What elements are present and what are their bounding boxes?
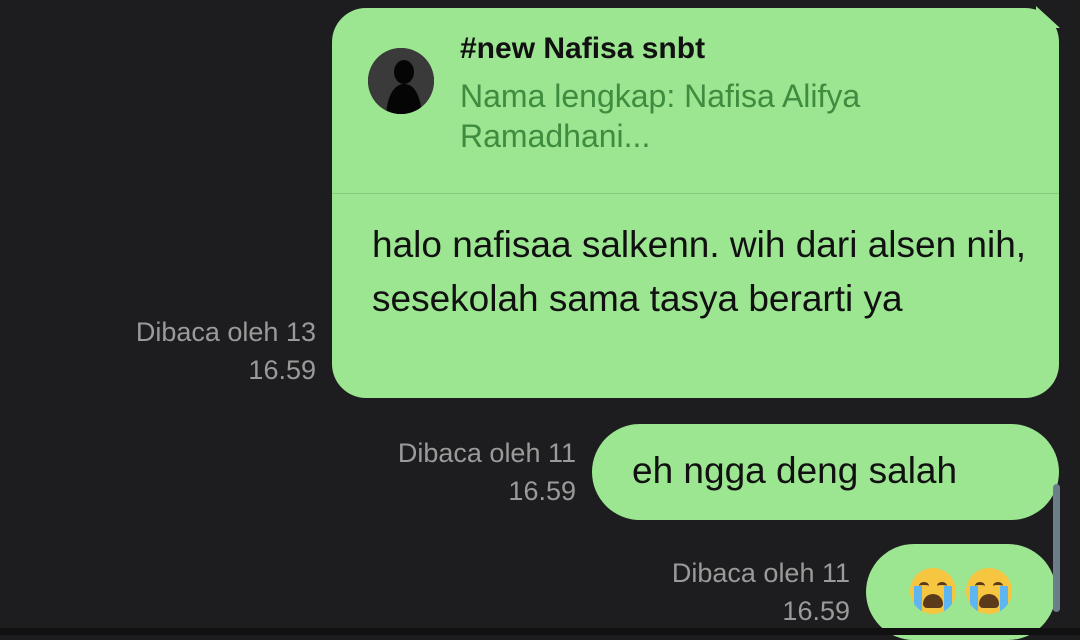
crying-face-icon <box>966 568 1012 614</box>
read-status: Dibaca oleh 13 <box>135 317 316 347</box>
message-bubble[interactable] <box>866 544 1056 640</box>
reply-divider <box>332 193 1059 194</box>
message-time: 16.59 <box>782 596 850 626</box>
message-meta: Dibaca oleh 13 16.59 <box>60 313 316 389</box>
avatar <box>368 48 434 114</box>
message-text: halo nafisaa salkenn. wih dari alsen nih… <box>372 224 1027 319</box>
reply-snippet: Nama lengkap: Nafisa Alifya Ramadhani... <box>460 78 861 154</box>
crying-face-icon <box>910 568 956 614</box>
reply-title: #new Nafisa snbt <box>460 32 706 65</box>
person-silhouette-icon <box>368 48 434 114</box>
read-status: Dibaca oleh 11 <box>671 558 850 588</box>
bottom-edge <box>0 628 1080 635</box>
message-text: eh ngga deng salah <box>632 450 958 491</box>
message-meta: Dibaca oleh 11 16.59 <box>320 434 576 510</box>
scrollbar[interactable] <box>1053 484 1060 612</box>
message-time: 16.59 <box>508 476 576 506</box>
message-bubble[interactable]: eh ngga deng salah <box>592 424 1059 520</box>
message-time: 16.59 <box>248 355 316 385</box>
reply-preview[interactable]: #new Nafisa snbt Nama lengkap: Nafisa Al… <box>332 8 1059 194</box>
read-status: Dibaca oleh 11 <box>397 438 576 468</box>
message-bubble[interactable]: #new Nafisa snbt Nama lengkap: Nafisa Al… <box>332 8 1059 398</box>
message-meta: Dibaca oleh 11 16.59 <box>594 554 850 630</box>
